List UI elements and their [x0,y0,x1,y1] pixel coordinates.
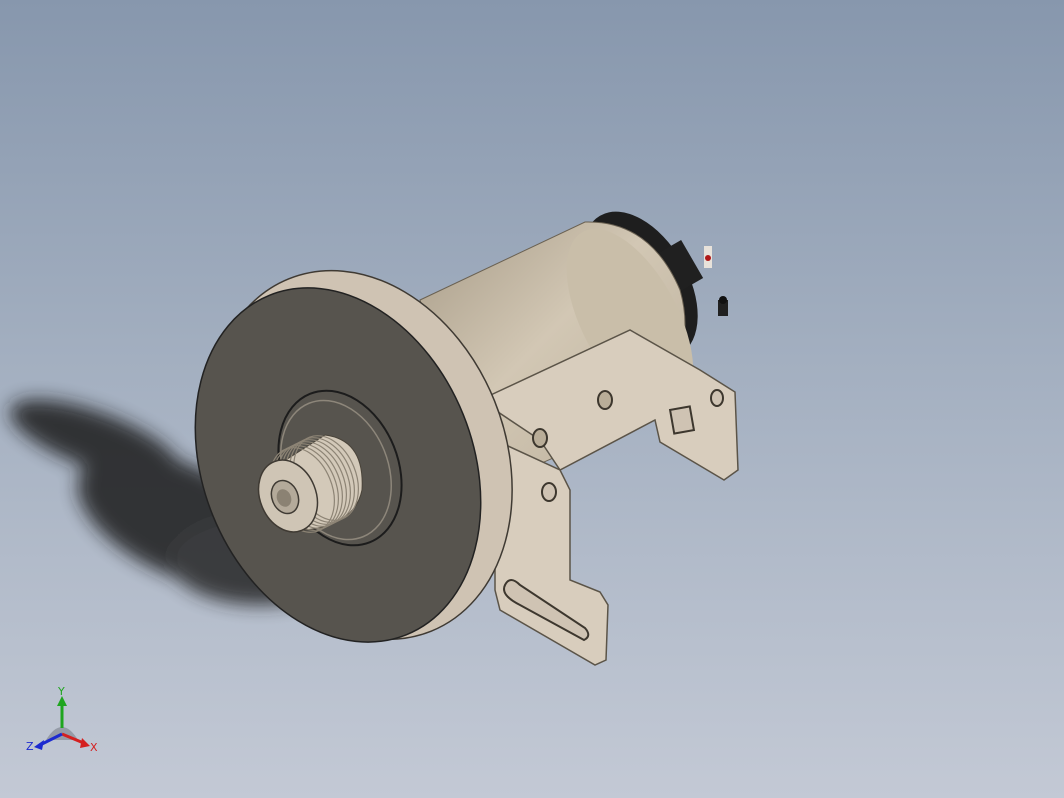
motor-assembly-model[interactable] [0,0,1064,798]
z-axis-arrow-icon [34,732,63,750]
y-axis-label: Y [57,685,65,698]
y-axis-arrow-icon [57,696,67,728]
graphics-viewport[interactable]: Y X Z [0,0,1064,798]
z-axis-label: Z [26,740,34,753]
orientation-triad[interactable]: Y X Z [24,684,108,758]
x-axis-label: X [90,741,98,754]
x-axis-arrow-icon [61,732,90,748]
